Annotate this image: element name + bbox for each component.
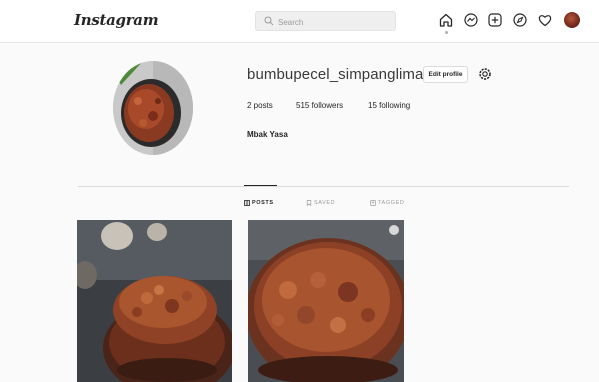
profile-picture[interactable] <box>113 61 193 155</box>
profile-full-name: Mbak Yasa <box>247 130 288 139</box>
post-thumbnail[interactable] <box>248 220 404 382</box>
bookmark-icon <box>306 200 312 206</box>
edit-profile-button[interactable]: Edit profile <box>423 66 468 83</box>
followers-count[interactable]: 515 followers <box>296 101 343 110</box>
explore-icon[interactable] <box>512 12 528 28</box>
tab-label: POSTS <box>252 200 274 206</box>
post-thumbnail[interactable] <box>77 220 232 382</box>
active-indicator <box>445 31 448 34</box>
tab-posts[interactable]: POSTS <box>244 198 274 208</box>
tab-label: TAGGED <box>378 200 405 206</box>
active-tab-indicator <box>244 185 277 186</box>
activity-heart-icon[interactable] <box>537 12 553 28</box>
tab-tagged[interactable]: TAGGED <box>370 198 404 208</box>
grid-icon <box>244 200 250 206</box>
top-nav-bar: Instagram <box>0 0 599 43</box>
avatar[interactable] <box>564 12 580 28</box>
tabs-divider <box>78 186 569 187</box>
new-post-icon[interactable] <box>487 12 503 28</box>
home-icon[interactable] <box>438 12 454 34</box>
search-box[interactable] <box>255 11 396 31</box>
posts-count: 2 posts <box>247 101 273 110</box>
direct-icon[interactable] <box>463 12 479 28</box>
search-input[interactable] <box>276 14 390 30</box>
search-icon <box>264 16 274 26</box>
tab-label: SAVED <box>314 200 336 206</box>
tag-icon <box>370 200 376 206</box>
instagram-logo[interactable]: Instagram <box>74 11 159 29</box>
settings-gear-icon[interactable] <box>477 66 493 82</box>
profile-username: bumbupecel_simpanglima <box>247 66 424 83</box>
following-count[interactable]: 15 following <box>368 101 410 110</box>
tab-saved[interactable]: SAVED <box>306 198 335 208</box>
